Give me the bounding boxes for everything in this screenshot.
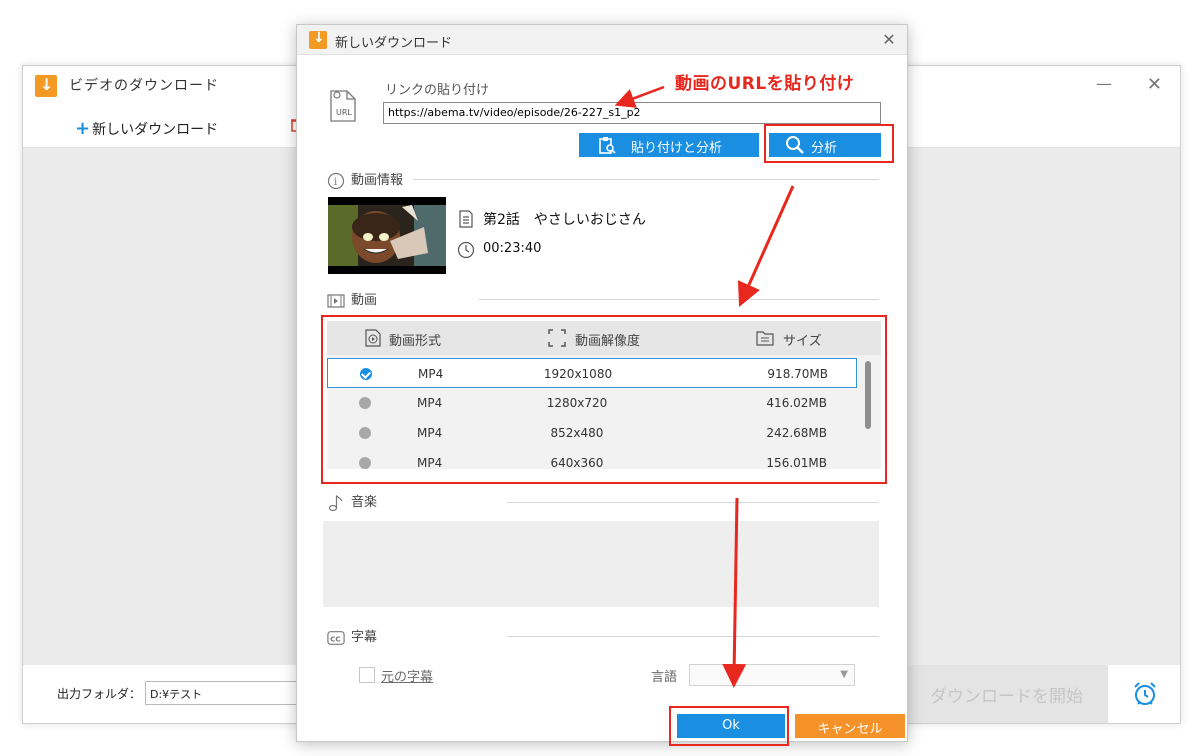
film-icon: [327, 293, 345, 308]
video-title: 第2話 やさしいおじさん: [483, 212, 646, 228]
paste-link-label: リンクの貼り付け: [385, 83, 490, 98]
paste-and-analyze-label: 貼り付けと分析: [631, 141, 723, 156]
info-icon: i: [327, 172, 345, 189]
annotation-text: 動画のURLを貼り付け: [675, 74, 855, 94]
video-duration: 00:23:40: [483, 241, 542, 256]
separator: [507, 502, 879, 503]
url-icon-text: URL: [336, 108, 352, 117]
start-download-button[interactable]: ダウンロードを開始: [908, 665, 1108, 723]
annotation-box-analyze: [764, 124, 894, 163]
music-label: 音楽: [351, 495, 378, 510]
alarm-clock-icon[interactable]: [1132, 681, 1158, 707]
original-subtitles-label[interactable]: 元の字幕: [381, 666, 433, 685]
language-label: 言語: [651, 670, 678, 685]
annotation-box-ok: [669, 706, 789, 746]
paste-and-analyze-button[interactable]: 貼り付けと分析: [579, 133, 759, 157]
separator: [479, 299, 879, 300]
language-select[interactable]: ▼: [689, 664, 855, 686]
output-folder-field[interactable]: D:¥テスト: [145, 681, 305, 705]
url-input[interactable]: https://abema.tv/video/episode/26-227_s1…: [383, 102, 881, 124]
subtitles-cc-icon: CC: [327, 630, 345, 645]
video-info-heading: i 動画情報: [327, 169, 403, 190]
document-icon: [459, 210, 473, 228]
clock-icon: [457, 241, 475, 259]
app-logo-icon: [309, 30, 327, 49]
dialog-close-icon[interactable]: ✕: [879, 30, 899, 50]
music-note-icon: [328, 494, 343, 511]
subtitles-heading: CC 字幕: [327, 626, 377, 647]
music-heading: 音楽: [327, 491, 377, 512]
separator: [413, 179, 879, 180]
subtitles-label: 字幕: [351, 630, 378, 645]
annotation-box-table: [321, 315, 887, 484]
video-label: 動画: [351, 293, 378, 308]
minimize-icon[interactable]: —: [1096, 74, 1112, 93]
music-list: [323, 521, 879, 607]
url-file-icon: URL: [325, 85, 365, 125]
output-folder-label: 出力フォルダ：: [57, 687, 142, 701]
new-download-button[interactable]: + 新しいダウンロード: [75, 118, 218, 139]
dialog-titlebar: 新しいダウンロード ✕: [297, 25, 907, 55]
chevron-down-icon: ▼: [840, 669, 848, 680]
dialog-title: 新しいダウンロード: [335, 36, 453, 51]
clipboard-search-icon: [599, 137, 616, 154]
new-download-label: 新しいダウンロード: [92, 122, 219, 138]
video-thumbnail: [328, 197, 446, 274]
close-icon[interactable]: ✕: [1147, 74, 1162, 95]
main-window-title: ビデオのダウンロード: [69, 78, 219, 94]
plus-icon: +: [75, 118, 91, 139]
separator: [507, 636, 879, 637]
cancel-button[interactable]: キャンセル: [795, 714, 905, 738]
video-heading: 動画: [327, 289, 377, 310]
video-info-label: 動画情報: [351, 173, 404, 188]
app-logo-icon: [35, 75, 57, 97]
svg-text:i: i: [334, 177, 337, 188]
original-subtitles-checkbox[interactable]: [359, 667, 375, 683]
cc-icon-text: CC: [330, 634, 341, 643]
